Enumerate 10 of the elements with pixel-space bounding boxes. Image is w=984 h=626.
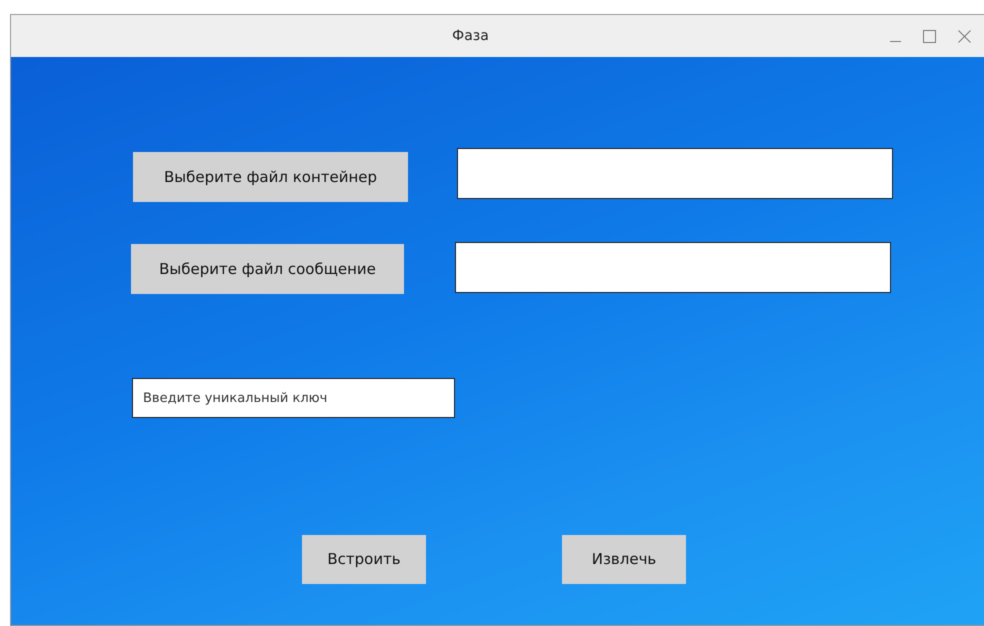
key-input-field[interactable]: Введите уникальный ключ	[132, 378, 455, 418]
window-title: Фаза	[451, 26, 490, 46]
choose-file-button[interactable]: Выберите файл сообщение	[131, 244, 404, 294]
close-icon[interactable]	[958, 30, 971, 42]
embed-button[interactable]: Встроить	[302, 535, 426, 584]
file-path-field[interactable]	[457, 148, 893, 199]
choose-file-button[interactable]: Выберите файл контейнер	[133, 152, 408, 202]
maximize-icon[interactable]	[923, 30, 936, 42]
file-path-field[interactable]	[455, 242, 891, 293]
extract-button[interactable]: Извлечь	[562, 535, 686, 584]
